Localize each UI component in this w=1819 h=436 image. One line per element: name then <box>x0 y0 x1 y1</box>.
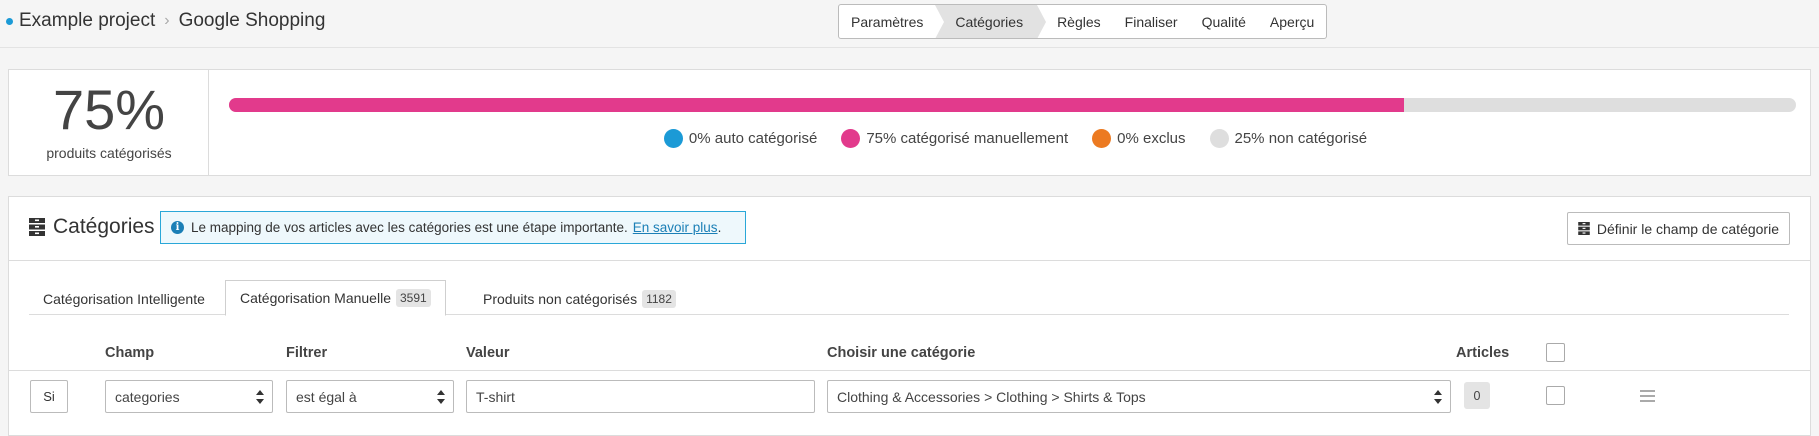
learn-more-link[interactable]: En savoir plus <box>633 220 718 235</box>
legend-label: 0% auto catégorisé <box>688 129 818 147</box>
filter-select-value: est égal à <box>296 388 357 405</box>
filter-select[interactable]: est égal à <box>286 380 454 413</box>
step-label: Catégories <box>955 13 1024 30</box>
select-caret-icon <box>1434 390 1442 404</box>
category-select[interactable]: Clothing & Accessories > Clothing > Shir… <box>827 380 1451 413</box>
step-parametres[interactable]: Paramètres <box>839 5 945 38</box>
drag-handle-icon[interactable] <box>1640 390 1655 402</box>
breadcrumb-project[interactable]: Example project <box>19 10 155 32</box>
legend-item-uncategorized: 25% non catégorisé <box>1209 126 1368 150</box>
tab-count-badge: 1182 <box>642 289 676 308</box>
tab-uncategorized-products[interactable]: Produits non catégorisés 1182 <box>469 281 690 316</box>
value-input-text: T-shirt <box>476 388 515 405</box>
select-caret-icon <box>437 390 445 404</box>
info-banner: i Le mapping de vos articles avec les ca… <box>160 211 746 244</box>
legend-item-auto: 0% auto catégorisé <box>663 126 818 150</box>
step-qualite[interactable]: Qualité <box>1190 5 1258 38</box>
status-dot-icon <box>6 17 13 25</box>
tab-manual-categorization[interactable]: Catégorisation Manuelle 3591 <box>225 280 446 316</box>
archive-icon <box>1578 222 1590 235</box>
top-header: Example project › Google Shopping Paramè… <box>0 0 1819 48</box>
header-articles: Articles <box>1456 345 1510 361</box>
categories-title-text: Catégories <box>53 215 155 238</box>
chevron-right-icon: › <box>164 12 170 29</box>
breadcrumb-page: Google Shopping <box>178 10 326 31</box>
legend-dot-icon <box>1209 128 1229 148</box>
info-icon: i <box>171 221 184 234</box>
condition-button[interactable]: Si <box>30 380 68 413</box>
categories-title: Catégories <box>29 215 155 239</box>
select-caret-icon <box>256 390 264 404</box>
tab-count-badge: 3591 <box>395 289 431 307</box>
tab-label: Catégorisation Manuelle <box>240 290 391 306</box>
categories-panel: Catégories i Le mapping de vos articles … <box>8 196 1811 436</box>
articles-count-badge: 0 <box>1464 382 1490 409</box>
tab-smart-categorization[interactable]: Catégorisation Intelligente <box>29 281 219 316</box>
step-label: Finaliser <box>1124 13 1178 30</box>
select-all-checkbox[interactable] <box>1546 343 1565 362</box>
step-label: Aperçu <box>1269 13 1315 30</box>
progress-bar-fill <box>229 98 1405 112</box>
legend-label: 75% catégorisé manuellement <box>866 129 1069 147</box>
rules-table-header: Champ Filtrer Valeur Choisir une catégor… <box>9 337 1810 371</box>
step-label: Règles <box>1057 13 1101 30</box>
categorization-tabs: Catégorisation Intelligente Catégorisati… <box>29 280 1789 316</box>
percent-summary: 75% produits catégorisés <box>9 70 209 175</box>
step-label: Qualité <box>1201 13 1246 30</box>
info-text: Le mapping de vos articles avec les caté… <box>191 220 628 235</box>
table-row: Si categories est égal à T-shirt Clothin… <box>9 372 1810 422</box>
header-categorie: Choisir une catégorie <box>827 345 976 361</box>
define-button-label: Définir le champ de catégorie <box>1596 220 1779 237</box>
step-arrow <box>935 5 945 38</box>
header-champ: Champ <box>105 345 155 361</box>
category-select-value: Clothing & Accessories > Clothing > Shir… <box>837 388 1146 405</box>
progress-bar <box>229 98 1796 112</box>
legend-item-excluded: 0% exclus <box>1092 126 1186 150</box>
progress-legend: 0% auto catégorisé 75% catégorisé manuel… <box>9 126 1812 150</box>
legend-dot-icon <box>663 128 683 148</box>
champ-select[interactable]: categories <box>105 380 273 413</box>
wizard-stepper: Paramètres Catégories Règles Finaliser Q… <box>838 4 1328 39</box>
step-apercu[interactable]: Aperçu <box>1258 5 1326 38</box>
tab-label: Catégorisation Intelligente <box>43 290 205 307</box>
info-period: . <box>717 220 722 235</box>
step-label: Paramètres <box>851 13 924 30</box>
categories-header: Catégories i Le mapping de vos articles … <box>9 197 1810 261</box>
step-regles[interactable]: Règles <box>1037 5 1113 38</box>
champ-select-value: categories <box>115 388 180 405</box>
legend-dot-icon <box>841 128 861 148</box>
step-arrow <box>1037 5 1047 38</box>
row-checkbox[interactable] <box>1546 386 1565 405</box>
progress-panel: 75% produits catégorisés 0% auto catégor… <box>8 69 1811 176</box>
step-categories[interactable]: Catégories <box>935 5 1047 38</box>
legend-dot-icon <box>1092 128 1112 148</box>
legend-item-manual: 75% catégorisé manuellement <box>841 126 1068 150</box>
legend-label: 25% non catégorisé <box>1234 129 1368 147</box>
value-input[interactable]: T-shirt <box>466 380 815 413</box>
define-category-field-button[interactable]: Définir le champ de catégorie <box>1566 212 1790 245</box>
header-valeur: Valeur <box>466 345 510 361</box>
legend-label: 0% exclus <box>1117 129 1186 147</box>
step-finaliser[interactable]: Finaliser <box>1113 5 1190 38</box>
archive-icon <box>29 218 45 236</box>
tab-label: Produits non catégorisés <box>483 290 638 307</box>
breadcrumb: Example project › Google Shopping <box>6 8 325 34</box>
header-filtrer: Filtrer <box>286 345 328 361</box>
